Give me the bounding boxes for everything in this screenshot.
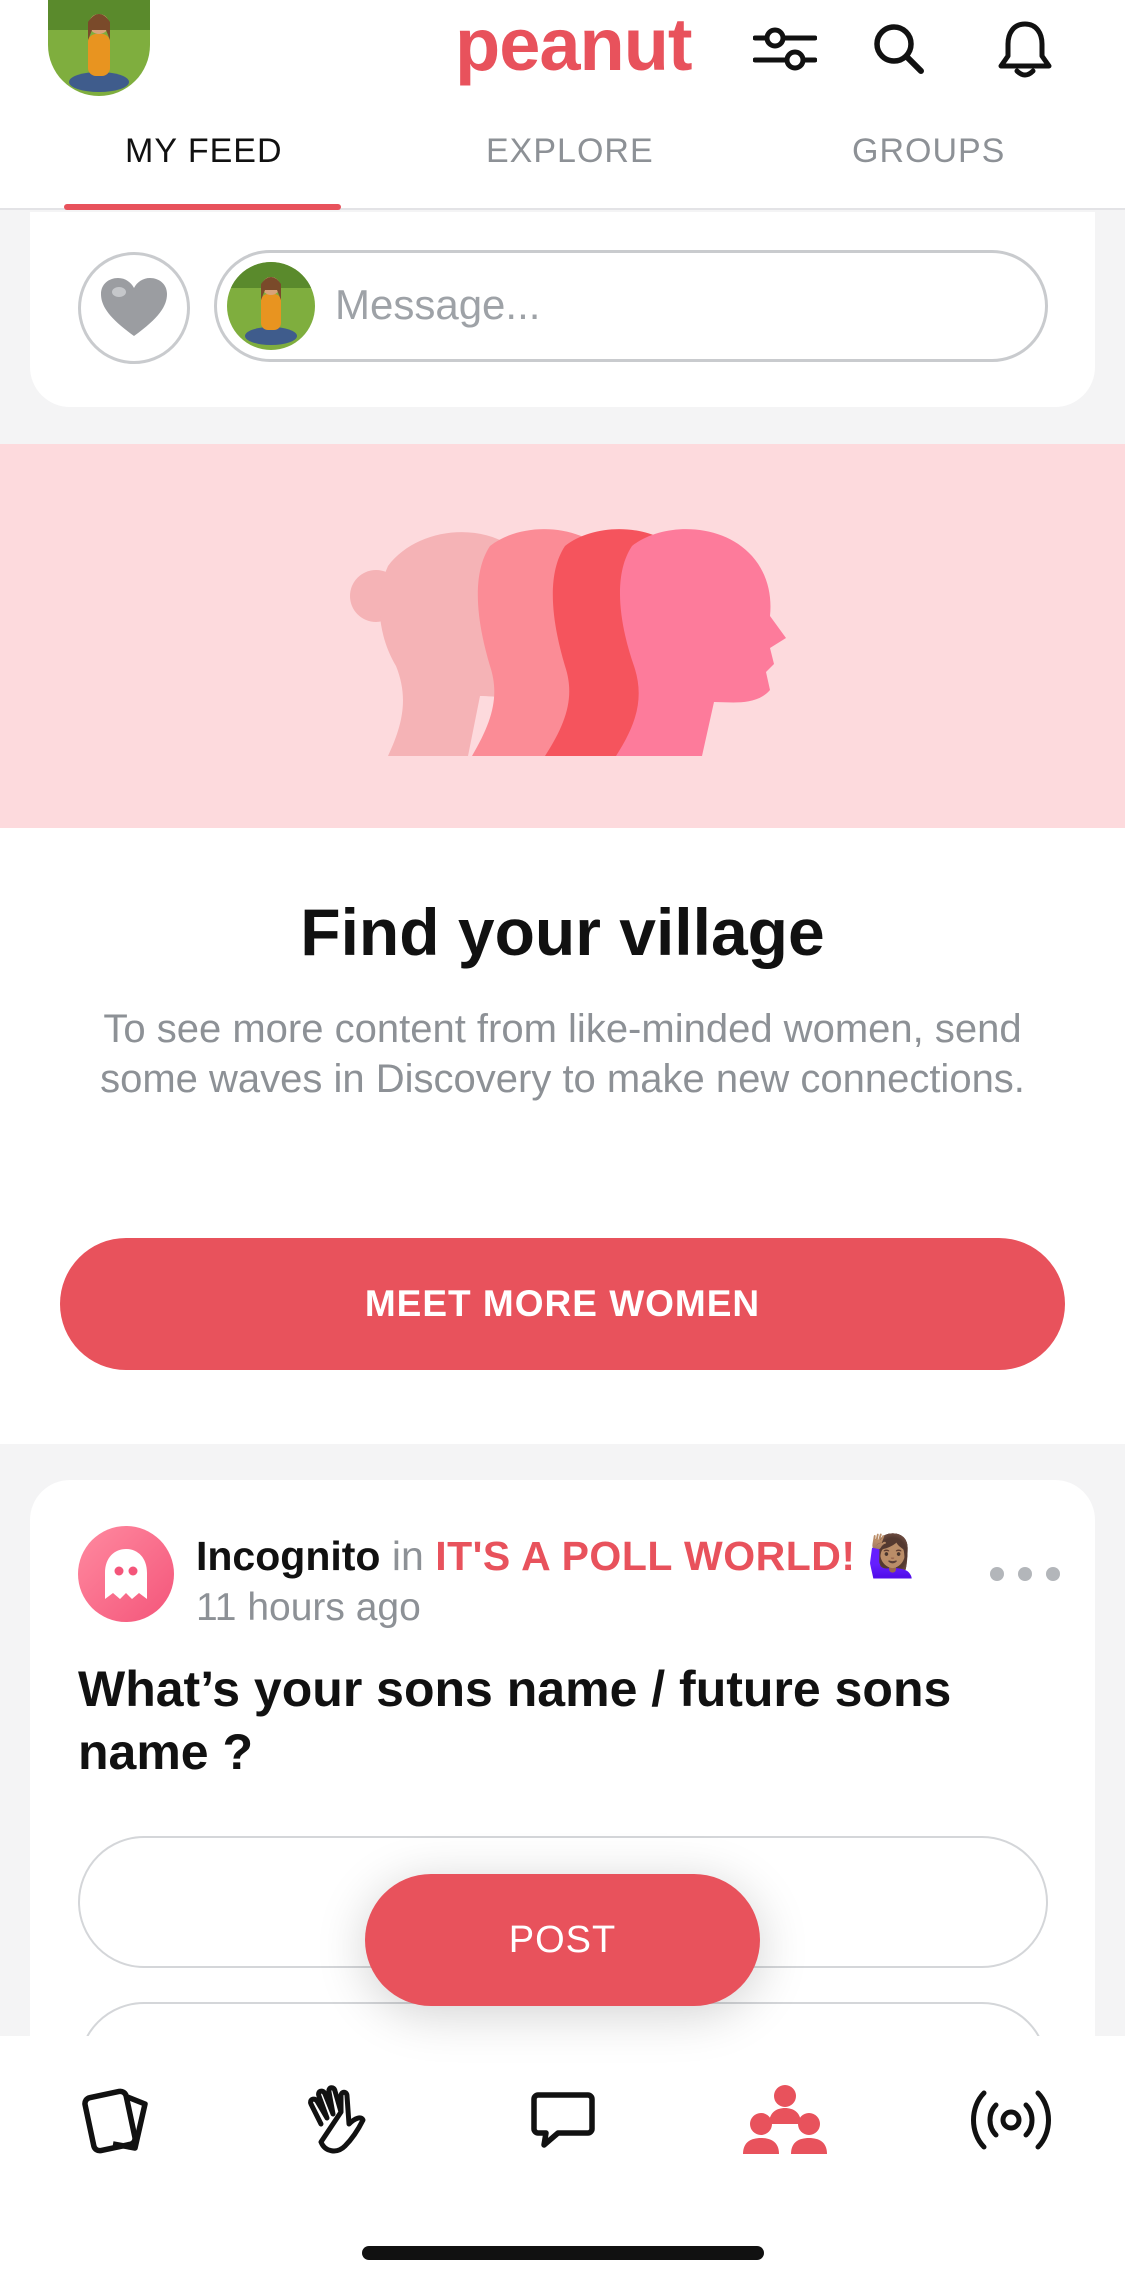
- active-tab-indicator: [64, 204, 341, 210]
- post-in-label: in: [391, 1533, 424, 1579]
- poll-question: What’s your sons name / future sons name…: [78, 1661, 952, 1780]
- raising-hand-emoji: 🙋🏽‍♀️: [866, 1533, 919, 1579]
- profile-avatar[interactable]: [48, 0, 150, 96]
- village-illustration: [0, 444, 1125, 828]
- incognito-ghost-icon[interactable]: [78, 1526, 174, 1622]
- post-button[interactable]: POST: [365, 1874, 760, 2006]
- post-timestamp: 11 hours ago: [196, 1586, 421, 1629]
- message-placeholder: Message...: [335, 281, 541, 328]
- post-header: Incognito in IT'S A POLL WORLD! 🙋🏽‍♀️: [196, 1528, 918, 1584]
- feed-tabs: MY FEED EXPLORE GROUPS: [0, 120, 1125, 210]
- message-input[interactable]: Message...: [214, 250, 1048, 362]
- post-group-link[interactable]: IT'S A POLL WORLD!: [435, 1533, 855, 1579]
- tab-groups[interactable]: GROUPS: [852, 132, 1005, 171]
- village-promo: Find your village To see more content fr…: [0, 828, 1125, 1444]
- meet-more-women-button[interactable]: MEET MORE WOMEN: [60, 1238, 1065, 1370]
- more-options-icon[interactable]: [990, 1562, 1060, 1586]
- tab-explore[interactable]: EXPLORE: [486, 132, 654, 171]
- home-indicator[interactable]: [362, 2246, 764, 2260]
- peanut-logo: peanut: [455, 3, 693, 86]
- community-icon[interactable]: [730, 2070, 840, 2170]
- heart-button[interactable]: [78, 252, 190, 364]
- broadcast-icon[interactable]: [956, 2070, 1066, 2170]
- post-author[interactable]: Incognito: [196, 1533, 380, 1579]
- poll-post-card: Incognito in IT'S A POLL WORLD! 🙋🏽‍♀️ 11…: [30, 1480, 1095, 2134]
- user-avatar: [227, 262, 315, 350]
- search-icon[interactable]: [864, 14, 934, 84]
- heart-icon: [101, 278, 167, 336]
- promo-title: Find your village: [300, 895, 825, 969]
- tab-my-feed[interactable]: MY FEED: [125, 132, 283, 171]
- wave-hand-icon[interactable]: [282, 2070, 392, 2170]
- bell-icon[interactable]: [990, 14, 1060, 84]
- filter-sliders-icon[interactable]: [750, 14, 820, 84]
- cards-icon[interactable]: [62, 2070, 172, 2170]
- app-screen: peanut MY FEED EXPLORE GROUPS Message...…: [0, 0, 1125, 2284]
- top-header: peanut MY FEED EXPLORE GROUPS: [0, 0, 1125, 210]
- faces-illustration: [350, 529, 786, 756]
- promo-description: To see more content from like-minded wom…: [100, 1007, 1025, 1101]
- chat-bubble-icon[interactable]: [508, 2070, 618, 2170]
- message-composer: Message...: [30, 212, 1095, 407]
- bottom-navigation: [0, 2036, 1125, 2284]
